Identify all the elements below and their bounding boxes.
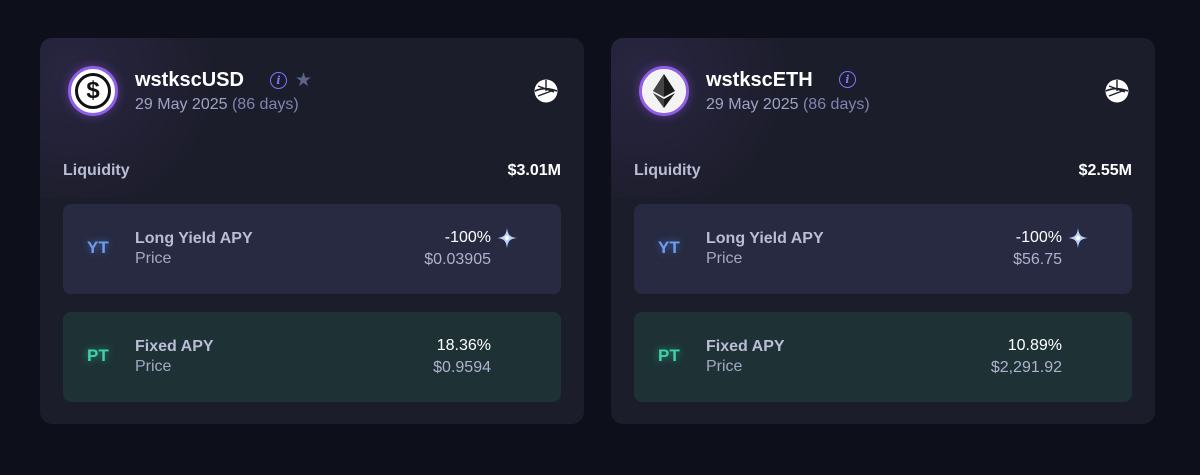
pt-badge: PT: [658, 346, 680, 365]
yt-price-value: $0.03905: [424, 251, 491, 268]
yt-apy-value: -100%: [1015, 229, 1062, 246]
pt-apy-value: 10.89%: [1007, 337, 1062, 354]
maturity-date: 29 May 2025 (86 days): [135, 96, 299, 114]
yt-badge: YT: [87, 238, 109, 257]
yt-price-value: $56.75: [1013, 251, 1062, 268]
pt-apy-value: 18.36%: [436, 337, 491, 354]
maturity-days: (86 days): [231, 96, 299, 113]
token-name[interactable]: wstkscUSD: [135, 69, 244, 92]
yt-price-label: Price: [706, 250, 743, 267]
sparkle-icon: [1068, 228, 1088, 248]
yt-row[interactable]: YT Long Yield APY Price -100% $0.03905: [63, 204, 561, 294]
maturity-days: (86 days): [802, 96, 870, 113]
market-card-wstkscusd[interactable]: $ wstkscUSD i ★ 29 May 2025 (86 days) Li…: [40, 38, 584, 424]
dollar-icon: $: [75, 73, 111, 109]
pt-badge: PT: [87, 346, 109, 365]
liquidity-value: $3.01M: [507, 162, 561, 179]
star-icon[interactable]: ★: [295, 71, 312, 90]
liquidity-label: Liquidity: [63, 162, 130, 179]
pt-label: Fixed APY: [135, 338, 214, 355]
sparkle-icon: [497, 228, 517, 248]
maturity-date-text: 29 May 2025: [135, 96, 228, 113]
market-card-wstksceth[interactable]: wstkscETH i 29 May 2025 (86 days) Liquid…: [611, 38, 1155, 424]
pt-label: Fixed APY: [706, 338, 785, 355]
pt-price-label: Price: [135, 358, 172, 375]
liquidity-label: Liquidity: [634, 162, 701, 179]
pt-price-value: $2,291.92: [990, 359, 1062, 376]
maturity-date: 29 May 2025 (86 days): [706, 96, 870, 114]
token-name[interactable]: wstkscETH: [706, 69, 813, 92]
pt-price-label: Price: [706, 358, 743, 375]
title-icons: i ★: [270, 71, 312, 90]
yt-label: Long Yield APY: [706, 230, 824, 247]
yt-row[interactable]: YT Long Yield APY Price -100% $56.75: [634, 204, 1132, 294]
pt-row[interactable]: PT Fixed APY Price 10.89% $2,291.92: [634, 312, 1132, 402]
maturity-date-text: 29 May 2025: [706, 96, 799, 113]
pt-row[interactable]: PT Fixed APY Price 18.36% $0.9594: [63, 312, 561, 402]
title-icons: i: [839, 71, 856, 88]
yt-label: Long Yield APY: [135, 230, 253, 247]
yt-price-label: Price: [135, 250, 172, 267]
liquidity-value: $2.55M: [1078, 162, 1132, 179]
sonic-logo-icon[interactable]: [1105, 79, 1129, 103]
info-icon[interactable]: i: [839, 71, 856, 88]
ethereum-icon: [643, 70, 685, 112]
ethereum-diamond: [653, 74, 675, 108]
info-icon[interactable]: i: [270, 72, 287, 89]
yt-badge: YT: [658, 238, 680, 257]
sonic-logo-icon[interactable]: [534, 79, 558, 103]
yt-apy-value: -100%: [444, 229, 491, 246]
pt-price-value: $0.9594: [433, 359, 491, 376]
token-logo: [639, 66, 689, 116]
token-logo: $: [68, 66, 118, 116]
